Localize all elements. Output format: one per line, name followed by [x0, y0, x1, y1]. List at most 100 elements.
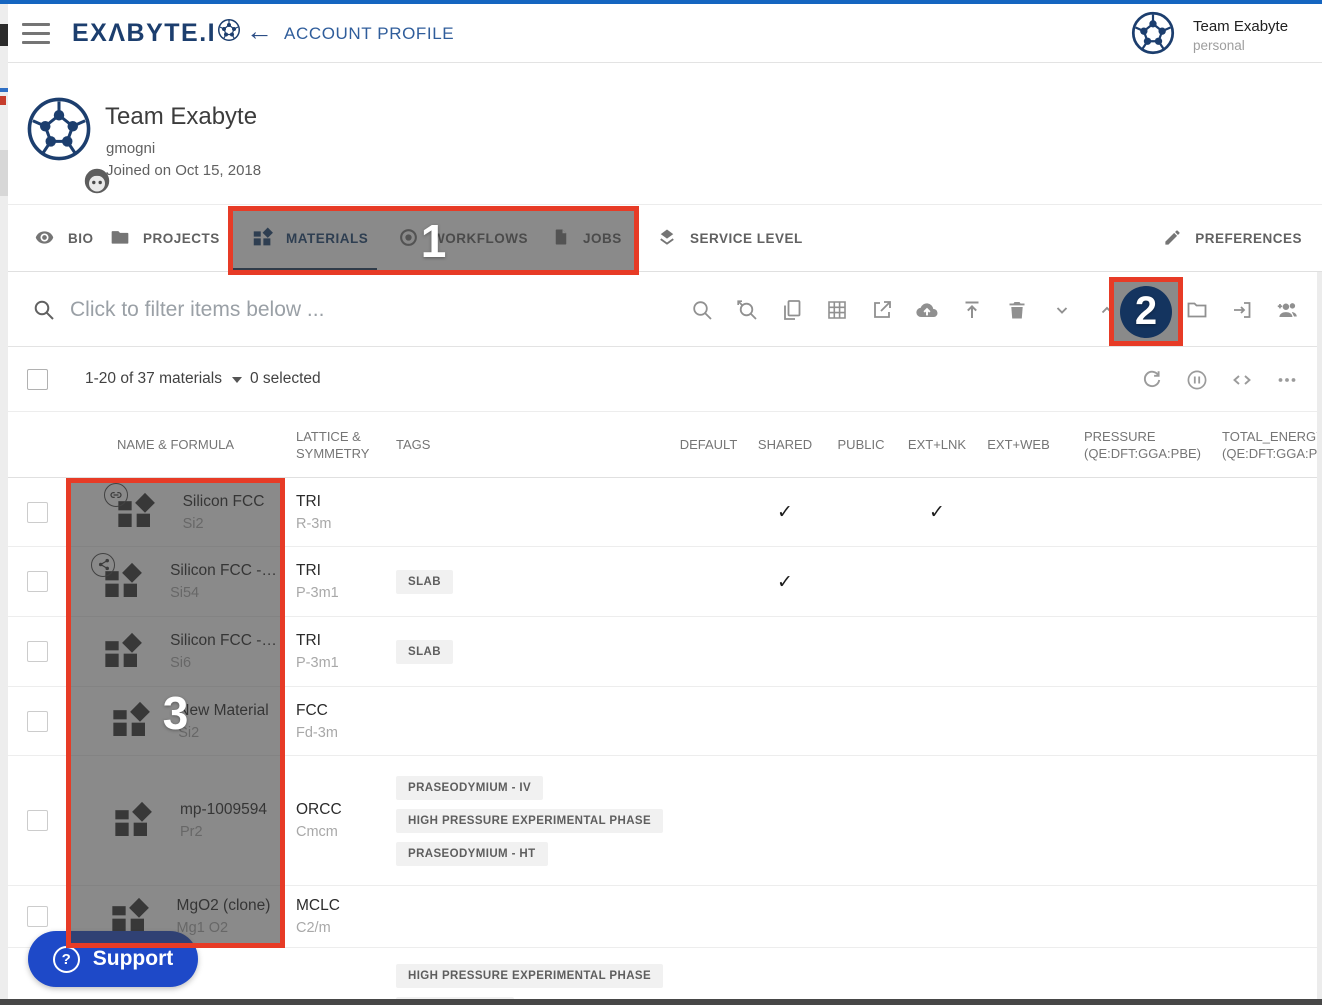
eye-icon	[34, 227, 55, 251]
chevron-down-icon[interactable]	[1039, 272, 1084, 347]
shared-flag: ✓	[747, 478, 823, 546]
scrollbar-track[interactable]	[1317, 272, 1322, 999]
refresh-icon[interactable]	[1129, 342, 1174, 417]
shared-flag	[747, 756, 823, 885]
annotation-number-1: 1	[421, 214, 447, 268]
delete-icon[interactable]	[994, 272, 1039, 347]
pause-circle-icon[interactable]	[1174, 342, 1219, 417]
tab-bio[interactable]: BIO	[34, 205, 94, 272]
screenshot-root: EXΛBYTE.I ← ACCOUNT PROFILE Team Exabyte…	[0, 0, 1322, 1005]
col-header-public[interactable]: PUBLIC	[823, 412, 899, 477]
annotation-box-1: 1	[228, 206, 639, 275]
logo-text: EXΛBYTE.I	[72, 19, 216, 48]
materials-toolbar	[679, 272, 1309, 347]
filter-input[interactable]	[70, 290, 590, 330]
pagination-range[interactable]: 1-20 of 37 materials	[85, 370, 242, 388]
ext-lnk-flag	[899, 756, 975, 885]
row-checkbox[interactable]	[27, 810, 48, 831]
exit-to-app-icon[interactable]	[1219, 272, 1264, 347]
sliver-fragment	[0, 150, 8, 196]
user-account-type: personal	[1193, 38, 1288, 53]
sliver-fragment	[0, 24, 8, 46]
col-header-lattice[interactable]: LATTICE &SYMMETRY	[285, 412, 385, 477]
more-icon[interactable]	[1264, 342, 1309, 417]
col-header-ext-web[interactable]: EXT+WEB	[975, 412, 1062, 477]
cloud-upload-icon[interactable]	[904, 272, 949, 347]
default-flag	[670, 687, 747, 755]
col-header-pressure[interactable]: PRESSURE(QE:DFT:GGA:PBE)	[1062, 412, 1212, 477]
profile-joined-date: Joined on Oct 15, 2018	[106, 162, 261, 179]
tab-label: PREFERENCES	[1195, 231, 1302, 246]
list-controls: 1-20 of 37 materials 0 selected	[8, 347, 1322, 412]
row-checkbox[interactable]	[27, 571, 48, 592]
row-checkbox[interactable]	[27, 711, 48, 732]
menu-icon[interactable]	[22, 23, 50, 44]
background-left-sliver	[0, 4, 8, 1005]
user-name: Team Exabyte	[1193, 18, 1288, 35]
profile-avatar	[26, 96, 92, 162]
symmetry-group: Cmcm	[296, 824, 385, 840]
row-checkbox[interactable]	[27, 502, 48, 523]
profile-name: Team Exabyte	[105, 103, 257, 131]
tab-preferences[interactable]: PREFERENCES	[1163, 205, 1302, 272]
default-flag	[670, 547, 747, 616]
tag-chip[interactable]: SLAB	[396, 640, 453, 664]
table-row[interactable]: HIGH PRESSURE EXPERIMENTAL PHASE	[8, 948, 1322, 1005]
col-header-ext-lnk[interactable]: EXT+LNK	[899, 412, 975, 477]
tag-chip[interactable]: HIGH PRESSURE EXPERIMENTAL PHASE	[396, 809, 663, 833]
tag-chip[interactable]: PRASEODYMIUM - IV	[396, 776, 543, 800]
default-flag	[670, 478, 747, 546]
row-checkbox[interactable]	[27, 906, 48, 927]
search-icon[interactable]	[679, 272, 724, 347]
ext-web-flag	[975, 547, 1062, 616]
ext-lnk-flag	[899, 617, 975, 686]
profile-tabs: BIO PROJECTS MATERIALS WORKFLOWS JOBS SE…	[8, 205, 1322, 272]
advanced-search-icon[interactable]	[724, 272, 769, 347]
sliver-fragment	[0, 96, 6, 105]
row-checkbox[interactable]	[27, 641, 48, 662]
public-flag	[823, 547, 899, 616]
ext-web-flag	[975, 617, 1062, 686]
tag-chip[interactable]: SLAB	[396, 570, 453, 594]
add-people-icon[interactable]	[1264, 272, 1309, 347]
user-block[interactable]: Team Exabyte personal	[1131, 11, 1288, 60]
select-all-checkbox[interactable]	[27, 369, 48, 390]
col-header-default[interactable]: DEFAULT	[670, 412, 747, 477]
user-avatar	[1131, 11, 1175, 60]
symmetry-group: Fd-3m	[296, 725, 385, 741]
shared-flag: ✓	[747, 547, 823, 616]
top-navigation-bar: EXΛBYTE.I ← ACCOUNT PROFILE Team Exabyte…	[8, 4, 1322, 63]
public-flag	[823, 478, 899, 546]
tab-projects[interactable]: PROJECTS	[110, 205, 220, 272]
bottom-edge-band	[0, 999, 1322, 1005]
public-flag	[823, 886, 899, 947]
default-flag	[670, 756, 747, 885]
ext-lnk-flag	[899, 886, 975, 947]
lattice-type: TRI	[296, 493, 385, 511]
ext-web-flag	[975, 478, 1062, 546]
exabyte-logo[interactable]: EXΛBYTE.I	[72, 18, 241, 49]
col-header-name[interactable]: NAME & FORMULA	[66, 412, 285, 477]
col-header-tags[interactable]: TAGS	[385, 412, 670, 477]
symmetry-group: C2/m	[296, 920, 385, 936]
upload-icon[interactable]	[949, 272, 994, 347]
code-icon[interactable]	[1219, 342, 1264, 417]
tab-label: PROJECTS	[143, 231, 220, 246]
back-arrow-icon[interactable]: ←	[246, 16, 273, 47]
annotation-box-3: 3	[66, 478, 285, 948]
public-flag	[823, 756, 899, 885]
col-header-total-energy[interactable]: TOTAL_ENERGY(QE:DFT:GGA:PBE)	[1212, 412, 1322, 477]
lattice-type: ORCC	[296, 801, 385, 819]
folder-icon	[110, 227, 130, 250]
tab-service-level[interactable]: SERVICE LEVEL	[657, 205, 803, 272]
copy-icon[interactable]	[769, 272, 814, 347]
table-view-icon[interactable]	[814, 272, 859, 347]
public-flag	[823, 687, 899, 755]
col-header-shared[interactable]: SHARED	[747, 412, 823, 477]
ext-web-flag	[975, 886, 1062, 947]
logo-ball-icon	[216, 18, 241, 49]
tag-chip[interactable]: PRASEODYMIUM - HT	[396, 842, 548, 866]
open-in-new-icon[interactable]	[859, 272, 904, 347]
tag-chip[interactable]: HIGH PRESSURE EXPERIMENTAL PHASE	[396, 964, 663, 988]
profile-summary: Team Exabyte gmogni Joined on Oct 15, 20…	[8, 63, 1322, 205]
